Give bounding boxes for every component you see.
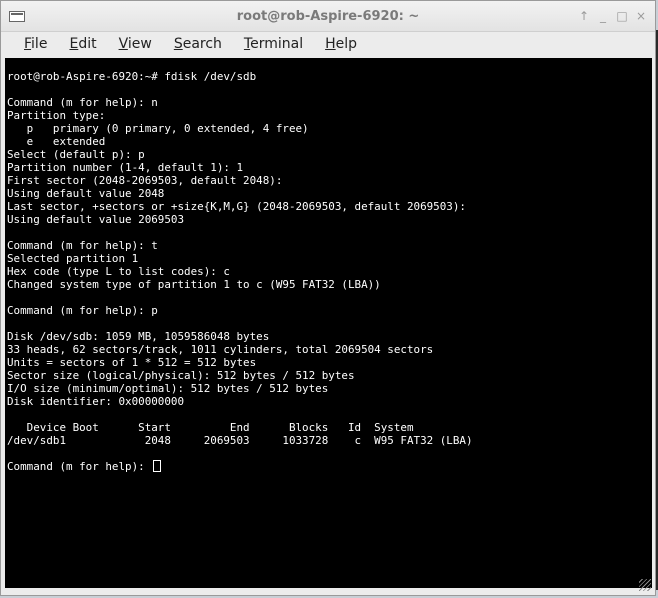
terminal-line: Last sector, +sectors or +size{K,M,G} (2… <box>7 200 466 213</box>
maximize-icon[interactable]: □ <box>614 7 630 25</box>
terminal-line: Device Boot Start End Blocks Id System <box>7 421 414 434</box>
terminal-line: Changed system type of partition 1 to c … <box>7 278 381 291</box>
terminal-line: Disk identifier: 0x00000000 <box>7 395 185 408</box>
terminal-window: root@rob-Aspire-6920: ~ ↑ _ □ × File Edi… <box>0 0 656 596</box>
terminal-text: root@rob-Aspire-6920:~# fdisk /dev/sdb C… <box>5 58 652 473</box>
window-controls: ↑ _ □ × <box>576 7 649 25</box>
terminal-line: Units = sectors of 1 * 512 = 512 bytes <box>7 356 257 369</box>
terminal-line: Hex code (type L to list codes): c <box>7 265 230 278</box>
terminal-line: Sector size (logical/physical): 512 byte… <box>7 369 355 382</box>
terminal-line: Command (m for help): t <box>7 239 158 252</box>
resize-grip-icon[interactable] <box>639 579 651 591</box>
terminal-line: I/O size (minimum/optimal): 512 bytes / … <box>7 382 329 395</box>
terminal-line: Using default value 2048 <box>7 187 165 200</box>
menu-help[interactable]: Help <box>314 34 368 54</box>
close-icon[interactable]: × <box>633 7 649 25</box>
terminal-line: Partition number (1-4, default 1): 1 <box>7 161 244 174</box>
text-cursor <box>153 460 162 472</box>
terminal-line: Disk /dev/sdb: 1059 MB, 1059586048 bytes <box>7 330 270 343</box>
menu-view[interactable]: View <box>108 34 163 54</box>
terminal-output-area[interactable]: root@rob-Aspire-6920:~# fdisk /dev/sdb C… <box>5 58 652 588</box>
menu-file[interactable]: File <box>13 34 58 54</box>
window-title: root@rob-Aspire-6920: ~ <box>236 9 420 24</box>
terminal-line: Select (default p): p <box>7 148 145 161</box>
terminal-line: Selected partition 1 <box>7 252 139 265</box>
terminal-line: p primary (0 primary, 0 extended, 4 free… <box>7 122 309 135</box>
terminal-line: Command (m for help): p <box>7 304 158 317</box>
terminal-line: Partition type: <box>7 109 106 122</box>
terminal-line: e extended <box>7 135 106 148</box>
terminal-line: /dev/sdb1 2048 2069503 1033728 c W95 FAT… <box>7 434 473 447</box>
terminal-line: First sector (2048-2069503, default 2048… <box>7 174 283 187</box>
menu-search[interactable]: Search <box>163 34 233 54</box>
shade-up-icon[interactable]: ↑ <box>576 7 592 25</box>
terminal-line: Using default value 2069503 <box>7 213 185 226</box>
menu-terminal[interactable]: Terminal <box>233 34 314 54</box>
terminal-line: root@rob-Aspire-6920:~# fdisk /dev/sdb <box>7 70 257 83</box>
menu-bar: File Edit View Search Terminal Help <box>1 32 655 56</box>
minimize-icon[interactable]: _ <box>595 7 611 25</box>
menu-edit[interactable]: Edit <box>58 34 107 54</box>
terminal-line: Command (m for help): n <box>7 96 158 109</box>
terminal-lines: root@rob-Aspire-6920:~# fdisk /dev/sdb C… <box>7 70 473 447</box>
command-prompt: Command (m for help): <box>7 460 152 473</box>
title-bar[interactable]: root@rob-Aspire-6920: ~ ↑ _ □ × <box>1 1 655 32</box>
terminal-line: 33 heads, 62 sectors/track, 1011 cylinde… <box>7 343 434 356</box>
